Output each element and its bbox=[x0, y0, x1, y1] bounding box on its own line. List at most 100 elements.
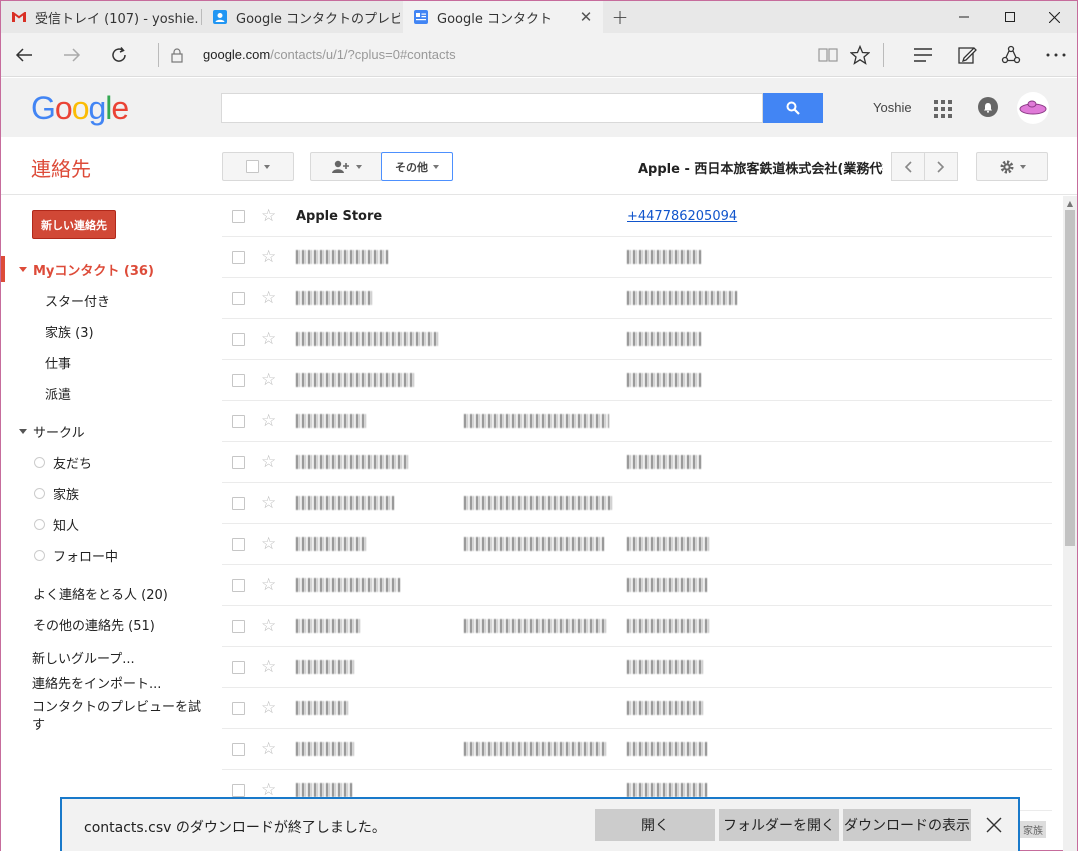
window-close-icon[interactable] bbox=[1031, 1, 1077, 33]
row-checkbox[interactable] bbox=[232, 661, 245, 674]
table-row[interactable]: ☆ bbox=[222, 442, 1052, 483]
star-icon[interactable]: ☆ bbox=[261, 575, 276, 595]
row-checkbox[interactable] bbox=[232, 784, 245, 797]
select-all-checkbox[interactable] bbox=[246, 160, 259, 173]
sidebar-item-circles[interactable]: サークル bbox=[19, 422, 85, 441]
sidebar-item-circle-acquaintances[interactable]: 知人 bbox=[34, 515, 79, 534]
import-contacts-link[interactable]: 連絡先をインポート... bbox=[32, 673, 161, 692]
settings-button[interactable] bbox=[976, 152, 1048, 181]
app-title[interactable]: 連絡先 bbox=[31, 153, 91, 182]
hub-icon[interactable] bbox=[907, 39, 939, 71]
address-bar[interactable]: google.com/contacts/u/1/?cplus=0#contact… bbox=[203, 47, 456, 62]
star-icon[interactable]: ☆ bbox=[261, 698, 276, 718]
row-checkbox[interactable] bbox=[232, 333, 245, 346]
row-checkbox[interactable] bbox=[232, 538, 245, 551]
star-icon[interactable]: ☆ bbox=[261, 657, 276, 677]
star-icon[interactable]: ☆ bbox=[261, 206, 276, 226]
row-checkbox[interactable] bbox=[232, 456, 245, 469]
table-row[interactable]: ☆ bbox=[222, 647, 1052, 688]
row-checkbox[interactable] bbox=[232, 743, 245, 756]
table-row[interactable]: ☆ bbox=[222, 524, 1052, 565]
share-icon[interactable] bbox=[995, 39, 1027, 71]
forward-icon[interactable] bbox=[56, 39, 88, 71]
row-checkbox[interactable] bbox=[232, 210, 245, 223]
view-downloads-button[interactable]: ダウンロードの表示 bbox=[843, 809, 971, 841]
sidebar-item-starred[interactable]: スター付き bbox=[45, 291, 110, 310]
user-name[interactable]: Yoshie bbox=[873, 100, 912, 115]
row-checkbox[interactable] bbox=[232, 702, 245, 715]
sidebar-item-temp[interactable]: 派遣 bbox=[45, 384, 71, 403]
scrollbar[interactable]: ▲ bbox=[1063, 196, 1077, 851]
table-row[interactable]: ☆ bbox=[222, 565, 1052, 606]
star-icon[interactable]: ☆ bbox=[261, 288, 276, 308]
reading-view-icon[interactable] bbox=[812, 39, 844, 71]
table-row[interactable]: ☆ bbox=[222, 688, 1052, 729]
try-preview-link[interactable]: コンタクトのプレビューを試 す bbox=[32, 699, 201, 735]
new-group-link[interactable]: 新しいグループ... bbox=[32, 648, 135, 667]
contact-name[interactable]: Apple Store bbox=[296, 209, 382, 224]
star-icon[interactable]: ☆ bbox=[261, 493, 276, 513]
star-icon[interactable]: ☆ bbox=[261, 739, 276, 759]
search-button[interactable] bbox=[763, 93, 823, 123]
refresh-icon[interactable] bbox=[103, 39, 135, 71]
apps-grid-icon[interactable] bbox=[934, 100, 952, 118]
new-contact-button[interactable]: 新しい連絡先 bbox=[32, 210, 116, 239]
open-folder-button[interactable]: フォルダーを開く bbox=[719, 809, 839, 841]
table-row[interactable]: ☆ bbox=[222, 729, 1052, 770]
table-row[interactable]: ☆ bbox=[222, 237, 1052, 278]
sidebar-item-my-contacts[interactable]: Myコンタクト (36) bbox=[19, 260, 154, 279]
row-checkbox[interactable] bbox=[232, 251, 245, 264]
sidebar-item-other-contacts[interactable]: その他の連絡先 (51) bbox=[33, 615, 155, 634]
table-row[interactable]: ☆ bbox=[222, 278, 1052, 319]
select-all-dropdown[interactable] bbox=[222, 152, 294, 181]
row-checkbox[interactable] bbox=[232, 292, 245, 305]
star-icon[interactable]: ☆ bbox=[261, 329, 276, 349]
previous-page-button[interactable] bbox=[891, 152, 925, 181]
tab-contacts-preview[interactable]: Google コンタクトのプレビュー bbox=[202, 1, 400, 33]
sidebar-item-frequent[interactable]: よく連絡をとる人 (20) bbox=[33, 584, 168, 603]
row-checkbox[interactable] bbox=[232, 579, 245, 592]
star-icon[interactable]: ☆ bbox=[261, 452, 276, 472]
star-icon[interactable]: ☆ bbox=[261, 411, 276, 431]
star-icon[interactable]: ☆ bbox=[261, 534, 276, 554]
tab-close-icon[interactable]: ✕ bbox=[577, 8, 595, 26]
more-options-icon[interactable] bbox=[1040, 39, 1072, 71]
table-row[interactable]: ☆ bbox=[222, 606, 1052, 647]
favorite-star-icon[interactable] bbox=[844, 39, 876, 71]
scroll-thumb[interactable] bbox=[1065, 210, 1075, 546]
sidebar-item-work[interactable]: 仕事 bbox=[45, 353, 71, 372]
search-input[interactable] bbox=[221, 93, 763, 123]
more-actions-button[interactable]: その他 bbox=[381, 152, 453, 181]
tab-google-contacts[interactable]: Google コンタクト bbox=[403, 1, 603, 33]
row-checkbox[interactable] bbox=[232, 415, 245, 428]
open-button[interactable]: 開く bbox=[595, 809, 715, 841]
avatar[interactable] bbox=[1017, 92, 1049, 124]
sidebar-item-circle-family[interactable]: 家族 bbox=[34, 484, 79, 503]
row-checkbox[interactable] bbox=[232, 620, 245, 633]
close-icon[interactable] bbox=[982, 813, 1006, 837]
table-row[interactable]: ☆ bbox=[222, 483, 1052, 524]
sidebar-item-family[interactable]: 家族 (3) bbox=[45, 322, 94, 341]
table-row[interactable]: ☆ bbox=[222, 319, 1052, 360]
star-icon[interactable]: ☆ bbox=[261, 370, 276, 390]
back-icon[interactable] bbox=[8, 39, 40, 71]
tab-gmail-inbox[interactable]: 受信トレイ (107) - yoshie.koh bbox=[1, 1, 199, 33]
row-checkbox[interactable] bbox=[232, 374, 245, 387]
table-row[interactable]: ☆ bbox=[222, 360, 1052, 401]
star-icon[interactable]: ☆ bbox=[261, 616, 276, 636]
star-icon[interactable]: ☆ bbox=[261, 247, 276, 267]
notifications-bell-icon[interactable] bbox=[978, 97, 998, 117]
maximize-icon[interactable] bbox=[987, 1, 1033, 33]
next-page-button[interactable] bbox=[924, 152, 958, 181]
add-to-group-button[interactable] bbox=[310, 152, 382, 181]
sidebar-item-circle-friends[interactable]: 友だち bbox=[34, 453, 92, 472]
web-note-icon[interactable] bbox=[951, 39, 983, 71]
scroll-up-icon[interactable]: ▲ bbox=[1063, 196, 1077, 210]
google-logo[interactable]: Google bbox=[31, 90, 129, 127]
contact-phone-link[interactable]: +447786205094 bbox=[627, 209, 737, 224]
new-tab-button[interactable]: + bbox=[607, 4, 633, 30]
table-row[interactable]: ☆ Apple Store +447786205094 bbox=[222, 196, 1052, 237]
minimize-icon[interactable] bbox=[941, 1, 987, 33]
table-row[interactable]: ☆ bbox=[222, 401, 1052, 442]
sidebar-item-circle-following[interactable]: フォロー中 bbox=[34, 546, 118, 565]
